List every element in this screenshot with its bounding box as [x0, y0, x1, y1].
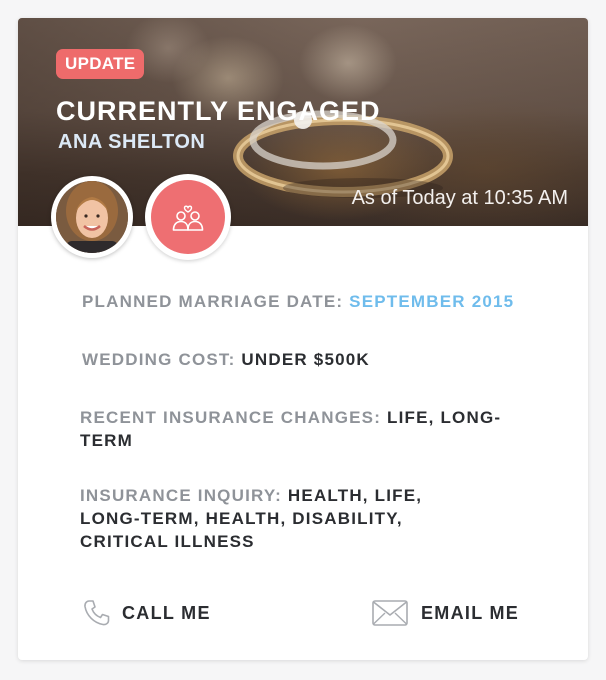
phone-icon — [84, 600, 110, 626]
envelope-icon — [372, 600, 408, 626]
contact-actions: CALL ME EMAIL ME — [18, 593, 588, 633]
detail-wedding-cost: WEDDING COST: UNDER $500K — [82, 348, 552, 371]
email-me-button[interactable]: EMAIL ME — [371, 593, 519, 633]
status-title: CURRENTLY ENGAGED — [56, 96, 381, 126]
avatar-photo — [56, 181, 128, 253]
call-me-label: CALL ME — [122, 602, 211, 623]
call-me-button[interactable]: CALL ME — [82, 593, 211, 633]
detail-value: UNDER $500K — [241, 350, 370, 369]
detail-marriage-date: PLANNED MARRIAGE DATE: SEPTEMBER 2015 — [82, 290, 552, 313]
detail-label: PLANNED MARRIAGE DATE: — [82, 292, 350, 311]
email-me-label: EMAIL ME — [421, 602, 520, 623]
detail-value: SEPTEMBER 2015 — [349, 292, 515, 311]
client-name: ANA SHELTON — [58, 131, 206, 153]
avatar[interactable] — [51, 176, 133, 258]
detail-insurance-changes: RECENT INSURANCE CHANGES: LIFE, LONG-TER… — [80, 406, 550, 452]
update-badge: UPDATE — [56, 49, 145, 79]
engaged-status-icon — [145, 174, 231, 260]
status-icon-background — [151, 180, 225, 254]
person-photo-icon — [56, 181, 128, 253]
update-timestamp: As of Today at 10:35 AM — [351, 187, 568, 209]
detail-insurance-inquiry: INSURANCE INQUIRY: HEALTH, LIFE, LONG-TE… — [80, 484, 460, 553]
detail-label: RECENT INSURANCE CHANGES: — [80, 408, 387, 427]
couple-heart-icon — [172, 205, 204, 231]
detail-label: INSURANCE INQUIRY: — [80, 486, 288, 505]
detail-label: WEDDING COST: — [82, 350, 242, 369]
engagement-update-card: UPDATE CURRENTLY ENGAGED ANA SHELTON As … — [18, 18, 588, 660]
